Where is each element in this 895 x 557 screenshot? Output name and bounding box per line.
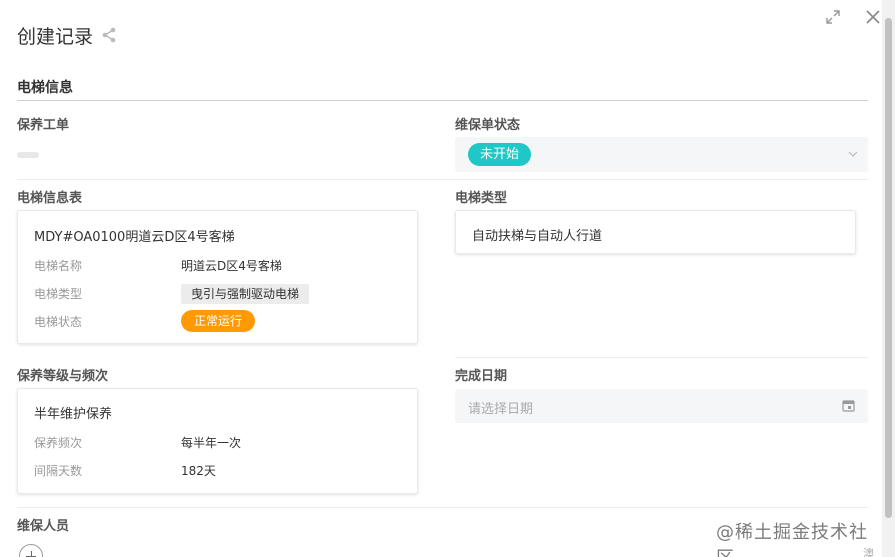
elevator-name-key: 电梯名称 [34,259,83,273]
dialog-title: 创建记录 [17,25,94,48]
window-controls [802,8,882,26]
maintenance-level-title: 半年维护保养 [34,407,113,422]
interval-value: 182天 [181,464,216,478]
close-icon[interactable] [864,8,882,26]
dialog-header: 创建记录 [17,22,117,48]
frequency-key: 保养频次 [34,436,83,450]
elevator-name-value: 明道云D区4号客梯 [181,259,282,273]
row-divider [17,179,868,180]
scrollbar-thumb[interactable] [885,18,892,518]
maintenance-order-label: 保养工单 [17,118,70,133]
order-status-tag: 未开始 [468,143,532,166]
frequency-value: 每半年一次 [181,436,242,450]
interval-key: 间隔天数 [34,464,83,478]
elevator-type-card[interactable]: 自动扶梯与自动人行道 [455,210,856,254]
scrollbar[interactable] [882,0,895,557]
watermark-small: 澳好 [863,547,874,557]
elevator-status-tag: 正常运行 [181,310,256,332]
elevator-info-card[interactable]: MDY#OA0100明道云D区4号客梯 电梯名称 明道云D区4号客梯 电梯类型 … [17,210,418,344]
section-title: 电梯信息 [17,80,73,96]
elevator-type-tag: 曳引与强制驱动电梯 [181,284,310,304]
elevator-type-value: 自动扶梯与自动人行道 [472,229,603,244]
row-divider [455,357,868,358]
maintenance-level-card[interactable]: 半年维护保养 保养频次 每半年一次 间隔天数 182天 [17,388,418,494]
create-record-dialog: 创建记录 电梯信息 保养工单 维保单状态 未开始 电梯信息表 MDY#OA010… [0,0,882,557]
maintenance-staff-label: 维保人员 [17,519,70,534]
chevron-down-icon [848,151,858,157]
completion-date-label: 完成日期 [455,369,508,384]
elevator-info-label: 电梯信息表 [17,191,83,206]
add-staff-button[interactable] [19,544,43,557]
elevator-type-label: 电梯类型 [455,191,508,206]
section-divider [17,100,868,101]
elevator-status-key: 电梯状态 [34,315,83,329]
maintenance-level-label: 保养等级与频次 [17,369,109,384]
completion-date-placeholder: 请选择日期 [468,402,534,417]
elevator-type-key: 电梯类型 [34,287,83,301]
calendar-icon[interactable] [842,399,855,412]
share-icon[interactable] [101,27,117,43]
order-status-select[interactable]: 未开始 [455,137,868,172]
order-status-label: 维保单状态 [455,118,521,133]
completion-date-input[interactable]: 请选择日期 [455,389,868,423]
watermark: @稀土掘金技术社区 [716,522,868,557]
expand-icon[interactable] [824,8,842,26]
row-divider [17,507,868,508]
elevator-card-title: MDY#OA0100明道云D区4号客梯 [34,230,235,245]
maintenance-order-empty[interactable] [17,152,39,158]
